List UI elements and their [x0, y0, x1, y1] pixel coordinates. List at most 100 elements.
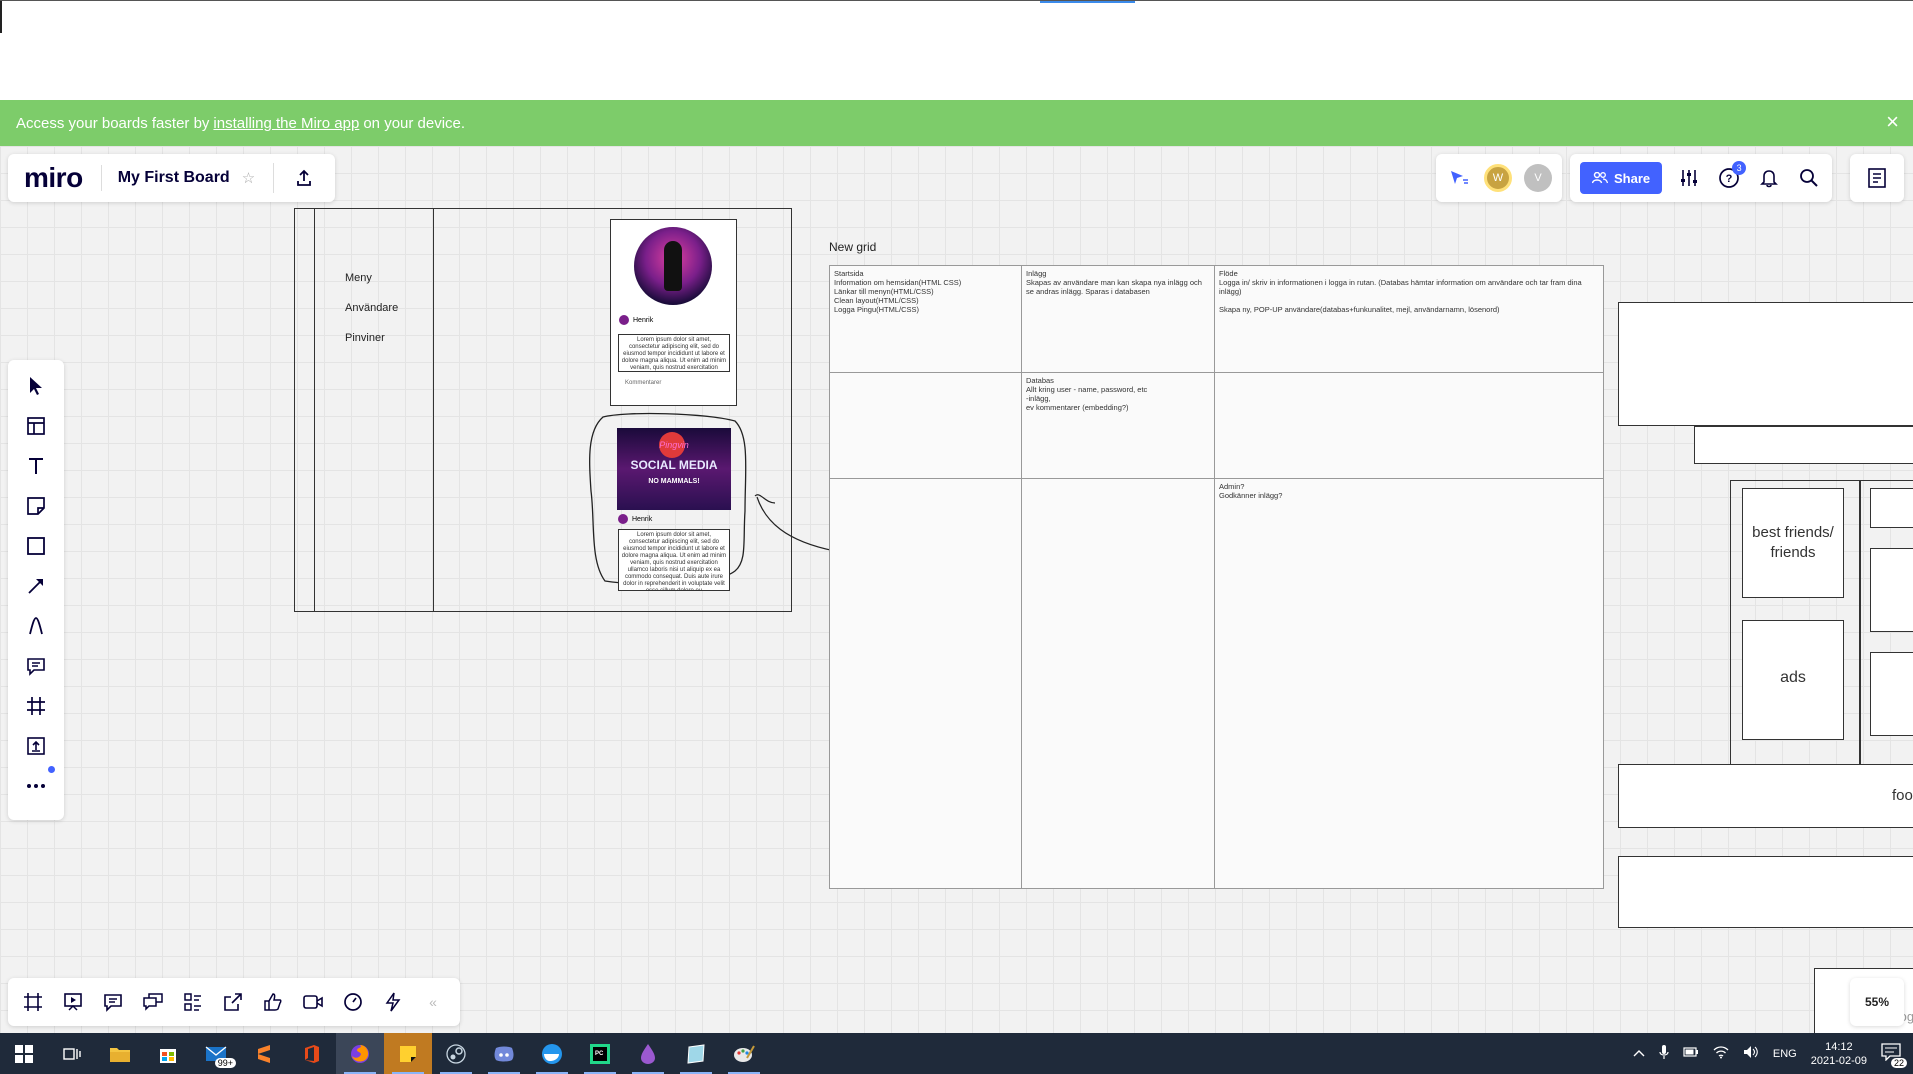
more-tools-icon[interactable]	[21, 766, 55, 800]
collapse-chevron-icon[interactable]: «	[420, 989, 446, 1015]
board-name[interactable]: My First Board	[118, 169, 230, 187]
star-icon[interactable]: ☆	[242, 169, 255, 187]
connection-line-icon[interactable]	[21, 572, 51, 600]
task-view-icon[interactable]	[48, 1033, 96, 1074]
notes-icon	[1868, 168, 1886, 188]
video-call-icon[interactable]	[300, 989, 326, 1015]
sticky-notes-icon[interactable]	[384, 1033, 432, 1074]
right-nav-frame[interactable]	[1694, 426, 1913, 464]
upload-icon[interactable]	[21, 732, 51, 760]
cursor-follow-icon[interactable]	[1446, 165, 1472, 191]
paint-icon[interactable]	[720, 1033, 768, 1074]
share-out-icon[interactable]	[220, 989, 246, 1015]
users-icon	[1592, 172, 1608, 184]
grid-cell-empty	[830, 479, 1022, 888]
social-media-banner-image: Pingvin SOCIAL MEDIA NO MAMMALS!	[617, 428, 731, 510]
timer-icon[interactable]	[340, 989, 366, 1015]
right-main-box-1[interactable]	[1870, 488, 1913, 528]
grid-cell-empty	[830, 373, 1022, 479]
clock-date: 2021-02-09	[1810, 1054, 1867, 1067]
docker-icon[interactable]	[528, 1033, 576, 1074]
text-cursor	[0, 1, 2, 33]
cards-icon[interactable]	[180, 989, 206, 1015]
post-card-1[interactable]: Henrik Lorem ipsum dolor sit amet, conse…	[610, 219, 737, 406]
sublime-icon[interactable]	[240, 1033, 288, 1074]
select-cursor-icon[interactable]	[21, 372, 51, 400]
volume-icon[interactable]	[1743, 1045, 1759, 1062]
settings-sliders-icon[interactable]	[1676, 165, 1702, 191]
frames-icon[interactable]	[20, 989, 46, 1015]
footer-frame[interactable]: foot	[1618, 764, 1913, 828]
pen-icon[interactable]	[21, 612, 51, 640]
chat-icon[interactable]	[140, 989, 166, 1015]
svg-text:PC: PC	[595, 1051, 604, 1057]
templates-icon[interactable]	[21, 412, 51, 440]
post1-user: Henrik	[633, 316, 654, 324]
banner-bottom-text: NO MAMMALS!	[648, 478, 700, 485]
menu-item-anvandare: Användare	[345, 302, 399, 314]
chevron-up-icon[interactable]	[1633, 1048, 1645, 1060]
share-button[interactable]: Share	[1580, 162, 1663, 194]
file-explorer-icon[interactable]	[96, 1033, 144, 1074]
microphone-icon[interactable]	[1659, 1044, 1669, 1063]
help-icon[interactable]: ? 3	[1716, 161, 1747, 191]
planning-grid[interactable]: Startsida Information om hemsidan(HTML C…	[829, 265, 1604, 889]
export-icon[interactable]	[273, 163, 319, 193]
banner-close-icon[interactable]: ×	[1886, 110, 1899, 134]
right-bottom-frame[interactable]	[1618, 856, 1913, 928]
ads-box[interactable]: ads	[1742, 620, 1844, 740]
presentation-icon[interactable]	[60, 989, 86, 1015]
wireframe-sidebar[interactable]	[314, 208, 434, 612]
miro-logo[interactable]: miro	[24, 162, 83, 194]
comment-icon[interactable]	[21, 652, 51, 680]
clock[interactable]: 14:12 2021-02-09	[1811, 1040, 1867, 1068]
office-icon[interactable]	[288, 1033, 336, 1074]
bottom-toolbar: «	[8, 978, 460, 1026]
windows-start-icon[interactable]	[0, 1033, 48, 1074]
best-friends-box[interactable]: best friends/ friends	[1742, 488, 1844, 598]
install-app-banner: Access your boards faster by installing …	[0, 100, 1913, 146]
wifi-icon[interactable]	[1713, 1045, 1729, 1062]
penguin-logo-image	[634, 227, 712, 305]
language-indicator[interactable]: ENG	[1773, 1048, 1797, 1060]
divider	[100, 165, 102, 191]
notes-panel-button[interactable]	[1850, 154, 1904, 202]
frame-icon[interactable]	[21, 692, 51, 720]
pycharm-icon[interactable]: PC	[576, 1033, 624, 1074]
sticky-note-icon[interactable]	[21, 492, 51, 520]
avatar[interactable]: V	[1524, 164, 1552, 192]
bell-icon[interactable]	[1756, 165, 1782, 191]
best-friends-label: best friends/ friends	[1752, 524, 1834, 561]
user-avatar-icon	[618, 514, 628, 524]
grid-cell-empty	[1022, 479, 1215, 888]
mail-icon[interactable]: 99+	[192, 1033, 240, 1074]
comments-icon[interactable]	[100, 989, 126, 1015]
board-canvas[interactable]: Meny Användare Pinviner Henrik Lorem ips…	[0, 146, 1913, 1033]
firefox-icon[interactable]	[336, 1033, 384, 1074]
menu-item-pinviner: Pinviner	[345, 332, 385, 344]
banner-mid-text: SOCIAL MEDIA	[630, 458, 718, 472]
right-header-frame[interactable]	[1618, 302, 1913, 426]
post2-user: Henrik	[632, 515, 653, 523]
search-icon[interactable]	[1796, 165, 1822, 191]
post2-text: Lorem ipsum dolor sit amet, consectetur …	[618, 529, 730, 591]
notification-center-icon[interactable]: 22	[1881, 1043, 1907, 1068]
notes-app-icon[interactable]	[672, 1033, 720, 1074]
lightning-icon[interactable]	[380, 989, 406, 1015]
grid-cell-admin: Admin? Godkänner inlägg?	[1219, 482, 1283, 500]
right-main-box-3[interactable]	[1870, 652, 1913, 736]
steam-icon[interactable]	[432, 1033, 480, 1074]
text-tool-icon[interactable]	[21, 452, 51, 480]
new-indicator-dot	[48, 766, 55, 773]
shape-icon[interactable]	[21, 532, 51, 560]
install-app-link[interactable]: installing the Miro app	[213, 115, 359, 132]
right-main-box-2[interactable]	[1870, 548, 1913, 632]
store-icon[interactable]	[144, 1033, 192, 1074]
vote-thumbs-up-icon[interactable]	[260, 989, 286, 1015]
drop-app-icon[interactable]	[624, 1033, 672, 1074]
browser-top-area	[0, 0, 1913, 100]
avatar[interactable]: W	[1484, 164, 1512, 192]
zoom-level[interactable]: 55%	[1850, 978, 1904, 1026]
battery-icon[interactable]	[1683, 1047, 1699, 1060]
discord-icon[interactable]	[480, 1033, 528, 1074]
